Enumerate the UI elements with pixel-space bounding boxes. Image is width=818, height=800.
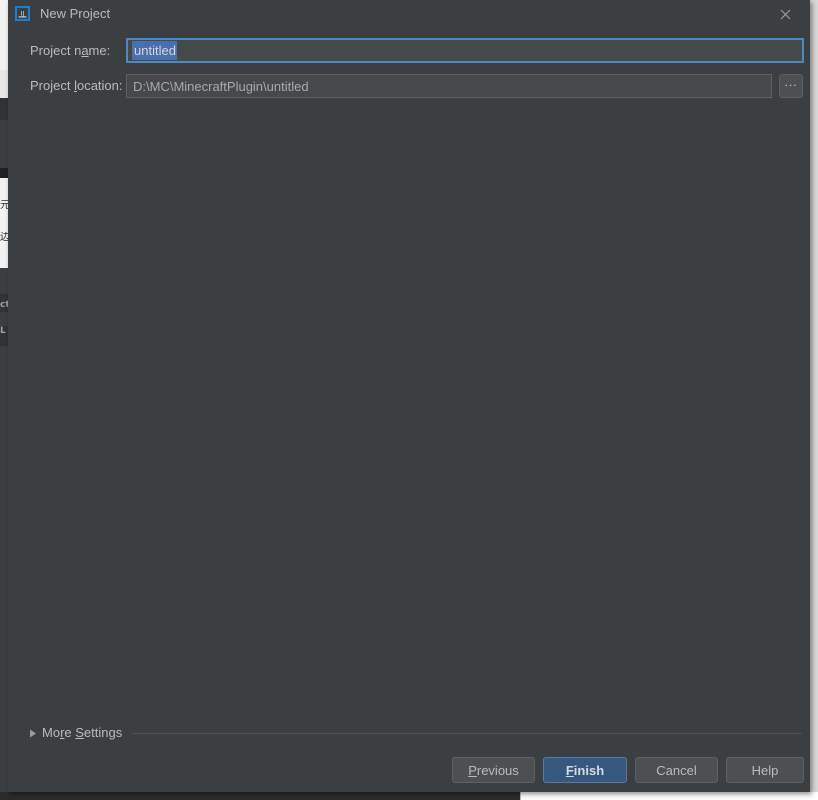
- dialog-title: New Project: [40, 6, 111, 21]
- previous-button-mnemonic: P: [468, 762, 477, 778]
- cancel-button-label: Cancel: [656, 762, 697, 778]
- previous-button[interactable]: Previous: [452, 757, 535, 783]
- help-button-label: Help: [751, 762, 779, 778]
- browse-location-button[interactable]: ...: [779, 74, 803, 98]
- ellipsis-icon: ...: [784, 75, 798, 89]
- more-settings-label: More Settings: [42, 725, 123, 740]
- intellij-idea-icon: IJ: [15, 6, 30, 21]
- project-name-mnemonic: a: [81, 43, 89, 58]
- more-settings-mnemonic-2: S: [75, 725, 84, 740]
- new-project-dialog: IJ New Project Project name: untitled Pr…: [8, 0, 810, 792]
- project-name-value: untitled: [132, 41, 177, 60]
- help-button[interactable]: Help: [726, 757, 804, 783]
- dialog-right-edge: [810, 0, 818, 792]
- close-button[interactable]: [774, 4, 796, 24]
- project-location-input[interactable]: D:\MC\MinecraftPlugin\untitled: [126, 74, 772, 98]
- project-location-label: Project location:: [30, 78, 123, 93]
- more-settings-separator: [132, 732, 802, 734]
- project-name-input[interactable]: untitled: [126, 38, 804, 63]
- more-settings-toggle[interactable]: More Settings: [26, 724, 802, 742]
- close-icon: [780, 9, 790, 19]
- cancel-button[interactable]: Cancel: [635, 757, 718, 783]
- project-location-value: D:\MC\MinecraftPlugin\untitled: [133, 78, 309, 94]
- finish-button-mnemonic: F: [565, 762, 574, 778]
- finish-button-label: inish: [573, 762, 605, 778]
- finish-button[interactable]: Finish: [543, 757, 627, 783]
- project-name-label: Project name:: [30, 43, 111, 58]
- dialog-titlebar: IJ New Project: [8, 0, 810, 28]
- bg-bottom-bar: [0, 792, 520, 800]
- dialog-button-bar: Previous Finish Cancel Help: [8, 755, 810, 789]
- previous-button-label: revious: [476, 762, 519, 778]
- chevron-right-icon: [26, 726, 40, 740]
